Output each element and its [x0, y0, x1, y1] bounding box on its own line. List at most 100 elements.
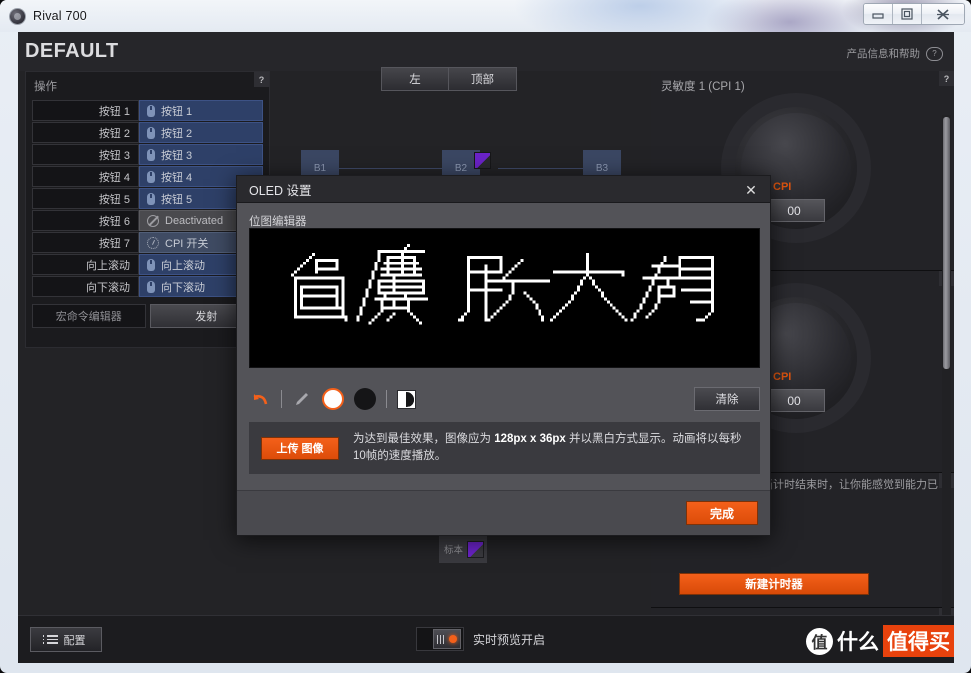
close-icon	[937, 8, 949, 20]
config-label: 配置	[63, 634, 86, 647]
dialog-subtitle: 位图编辑器	[249, 216, 307, 228]
binding-row: 按钮 5 按钮 5	[32, 188, 263, 209]
mouse-icon	[147, 148, 155, 161]
binding-value-text: 按钮 2	[161, 127, 193, 140]
undo-icon[interactable]	[249, 389, 271, 409]
binding-row: 向上滚动 向上滚动	[32, 254, 263, 275]
scrollbar-thumb[interactable]	[943, 117, 950, 369]
done-button[interactable]: 完成	[686, 501, 758, 525]
os-window: Rival 700 DEFAULT 产品信息和帮助 ? 操作 ? 按钮 1按钮 …	[0, 0, 971, 673]
invert-icon[interactable]	[397, 389, 416, 409]
binding-value-text: 向下滚动	[161, 281, 205, 294]
binding-value-text: 按钮 3	[161, 149, 193, 162]
watermark-text-a: 什么	[837, 631, 879, 654]
binding-label: 按钮 6	[32, 210, 139, 231]
maximize-icon	[901, 8, 913, 20]
tab-left[interactable]: 左	[382, 68, 449, 90]
toolbar-divider-1	[281, 390, 282, 408]
minimize-button[interactable]	[864, 4, 893, 24]
sample-swatch-box[interactable]: 标本	[439, 535, 487, 563]
config-button[interactable]: 配置	[30, 627, 102, 652]
close-icon[interactable]: ✕	[743, 182, 759, 198]
toolbar-divider-2	[386, 390, 387, 408]
window-titlebar[interactable]: Rival 700	[0, 0, 971, 32]
binding-value[interactable]: 按钮 3	[139, 144, 263, 165]
info-dimensions: 128px x 36px	[494, 433, 566, 445]
cpi-value-field-2[interactable]: 00	[763, 389, 825, 412]
binding-label: 按钮 1	[32, 100, 139, 121]
cpi-unit-label-1: CPI	[773, 181, 792, 193]
upload-info-text: 为达到最佳效果，图像应为 128px x 36px 并以黑白方式显示。动画将以每…	[353, 431, 748, 465]
bitmap-art	[252, 229, 759, 367]
watermark: 值 什么 值得买	[806, 625, 954, 657]
black-circle-icon[interactable]	[354, 388, 376, 410]
binding-value[interactable]: 按钮 1	[139, 100, 263, 121]
sample-color-swatch[interactable]	[467, 540, 485, 558]
binding-label: 按钮 2	[32, 122, 139, 143]
app-header: DEFAULT 产品信息和帮助 ?	[18, 32, 954, 71]
app-icon	[9, 7, 26, 25]
binding-row: 按钮 2 按钮 2	[32, 122, 263, 143]
toggle-knob	[433, 629, 461, 649]
binding-value-text: 按钮 4	[161, 171, 193, 184]
maximize-button[interactable]	[893, 4, 922, 24]
binding-row: 按钮 4 按钮 4	[32, 166, 263, 187]
watermark-text-b: 值得买	[883, 625, 954, 657]
window-title: Rival 700	[33, 9, 87, 23]
binding-label: 按钮 4	[32, 166, 139, 187]
binding-label: 按钮 5	[32, 188, 139, 209]
new-timer-button[interactable]: 新建计时器	[679, 573, 869, 595]
binding-value-text: 向上滚动	[161, 259, 205, 272]
macro-row: 宏命令编辑器 发射	[26, 298, 269, 328]
actions-panel-title: 操作	[34, 81, 57, 93]
mouse-icon	[147, 104, 155, 117]
dialog-footer: 完成	[237, 490, 770, 535]
binding-value-text: Deactivated	[165, 214, 224, 227]
bitmap-canvas[interactable]	[249, 228, 760, 368]
mouse-icon	[147, 258, 155, 271]
settings-scrollbar[interactable]	[942, 115, 951, 663]
button-chip-b1[interactable]: B1	[301, 150, 339, 176]
macro-editor-button[interactable]: 宏命令编辑器	[32, 304, 146, 328]
actions-help-icon[interactable]: ?	[254, 72, 269, 87]
sensitivity-help-icon-1[interactable]: ?	[939, 71, 954, 86]
binding-row: 按钮 3 按钮 3	[32, 144, 263, 165]
mouse-icon	[147, 192, 155, 205]
binding-row: 按钮 1 按钮 1	[32, 100, 263, 121]
white-circle-icon[interactable]	[322, 388, 344, 410]
cpi-unit-label-2: CPI	[773, 371, 792, 383]
color-swatch-b2[interactable]	[474, 152, 491, 169]
tab-top[interactable]: 顶部	[449, 68, 516, 90]
dialog-title: OLED 设置	[249, 183, 312, 198]
binding-list: 按钮 1 按钮 1 按钮 2 按钮 2 按钮 3 按钮 3 按钮 4 按钮 4 按钮 5 按钮 5…	[26, 98, 269, 297]
pencil-icon[interactable]	[292, 389, 312, 409]
clear-button[interactable]: 清除	[694, 387, 760, 411]
sample-label: 标本	[444, 545, 464, 556]
binding-label: 按钮 3	[32, 144, 139, 165]
upload-image-button[interactable]: 上传 图像	[261, 436, 339, 460]
live-preview-label: 实时预览开启	[473, 632, 546, 647]
status-dot-icon	[449, 635, 458, 643]
binding-value-text: CPI 开关	[165, 237, 209, 250]
close-button[interactable]	[922, 4, 964, 24]
mouse-icon	[147, 170, 155, 183]
page-title: DEFAULT	[25, 40, 119, 62]
cpi-icon	[147, 236, 159, 249]
binding-label: 按钮 7	[32, 232, 139, 253]
leader-line-b1	[339, 168, 449, 169]
mouse-icon	[147, 280, 155, 293]
cpi-value-field-1[interactable]: 00	[763, 199, 825, 222]
mouse-icon	[147, 126, 155, 139]
live-preview-control[interactable]: 实时预览开启	[416, 627, 545, 651]
binding-value[interactable]: 按钮 2	[139, 122, 263, 143]
button-chip-b3[interactable]: B3	[583, 150, 621, 176]
actions-panel: 操作 ? 按钮 1 按钮 1 按钮 2 按钮 2 按钮 3 按钮 3 按钮 4 按钮 4 按钮 …	[25, 71, 270, 348]
binding-label: 向上滚动	[32, 254, 139, 275]
minimize-icon	[872, 13, 884, 19]
info-text-part-1: 为达到最佳效果，图像应为	[353, 433, 495, 445]
sensitivity-title-1: 灵敏度 1 (CPI 1)	[661, 81, 745, 93]
help-link[interactable]: 产品信息和帮助 ?	[847, 46, 943, 61]
window-controls	[863, 3, 965, 25]
binding-row: 按钮 6 Deactivated	[32, 210, 263, 231]
live-preview-toggle[interactable]	[416, 627, 464, 651]
